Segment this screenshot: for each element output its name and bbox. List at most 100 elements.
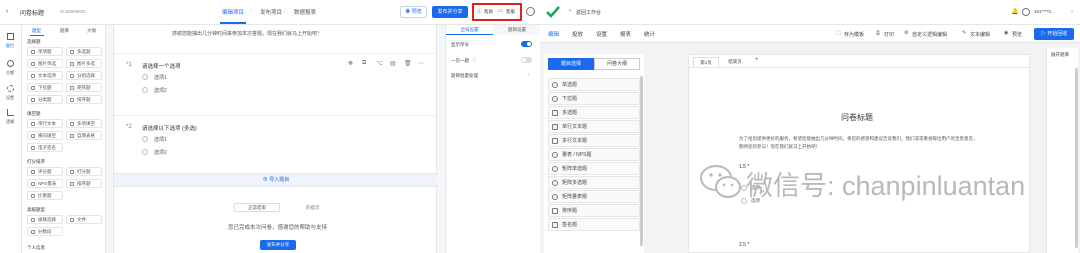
custom-logic-button[interactable]: 自定义逻辑编辑: [912, 31, 947, 38]
type-auto-table[interactable]: 自增表格: [66, 131, 102, 140]
end-select[interactable]: 正常结束: [234, 203, 280, 212]
qtype-matrix-scale[interactable]: 矩阵量表题: [548, 190, 640, 203]
qtype-nps[interactable]: 量表 / NPS题: [548, 148, 640, 161]
survey-title[interactable]: 问卷标题: [20, 8, 44, 17]
service-link[interactable]: 客服: [506, 9, 515, 15]
menu-report[interactable]: 报表: [620, 30, 631, 38]
back-link[interactable]: 返回工作台: [576, 9, 601, 16]
type-rank[interactable]: 排序题: [66, 179, 102, 188]
step-publish[interactable]: 发布项目: [260, 8, 282, 16]
option-radio[interactable]: [142, 87, 148, 93]
avatar[interactable]: [526, 7, 535, 16]
type-rating[interactable]: 评分题: [27, 167, 63, 176]
panel-tab-bank[interactable]: 题库: [60, 28, 69, 34]
bell-icon[interactable]: 🔔: [1011, 8, 1018, 15]
user-name[interactable]: 181****0...: [1034, 9, 1055, 14]
qtype-dropdown[interactable]: 下拉题: [548, 92, 640, 105]
option-label[interactable]: 选项1: [154, 74, 167, 81]
page-tab-1[interactable]: 第1页: [693, 57, 719, 67]
type-category[interactable]: 分类题: [27, 95, 63, 104]
qtype-matrix-single[interactable]: 矩阵单选题: [548, 162, 640, 175]
type-matrix[interactable]: 矩阵题: [66, 83, 102, 92]
type-single-text[interactable]: 单行文本: [27, 119, 63, 128]
scrollbar[interactable]: [640, 76, 643, 246]
qtype-single-text[interactable]: 单行文本题: [548, 120, 640, 133]
tab-outline[interactable]: 问卷大纲: [594, 58, 640, 70]
end-publish-button[interactable]: 发布并分享: [260, 240, 296, 250]
option-label[interactable]: 选项1: [154, 136, 167, 143]
add-page-button[interactable]: +: [755, 57, 759, 63]
rail-item-logic[interactable]: 逻辑: [3, 109, 19, 127]
option-checkbox[interactable]: [142, 136, 148, 142]
type-group-select[interactable]: 分组选择: [66, 71, 102, 80]
question-number[interactable]: 2.5 *: [739, 242, 749, 248]
rail-item-settings[interactable]: 设置: [3, 85, 19, 103]
menu-edit[interactable]: 编辑: [548, 30, 559, 38]
type-multi-fill[interactable]: 多项填空: [66, 119, 102, 128]
toggle-switch[interactable]: [521, 41, 532, 47]
type-horizontal-fill[interactable]: 横向填空: [27, 131, 63, 140]
panel-tab-outline[interactable]: 大纲: [87, 28, 96, 34]
survey-description[interactable]: 为了给您提供更好的服务，希望您能抽出几分钟时间，将您的感受和建议告诉我们，我们非…: [739, 135, 979, 151]
publish-button[interactable]: 发布并分享: [432, 6, 468, 18]
type-sort[interactable]: 排序题: [66, 95, 102, 104]
type-file[interactable]: 文件: [66, 215, 102, 224]
delete-icon[interactable]: 🗑: [404, 60, 412, 67]
settings-tab-global[interactable]: 全局设置: [446, 25, 493, 35]
option-label[interactable]: 选项2: [154, 87, 167, 94]
start-collect-button[interactable]: ▷ 开始回收: [1034, 28, 1074, 40]
setting-label[interactable]: 题目批量处理: [451, 73, 478, 79]
doc-icon[interactable]: ▤: [390, 60, 396, 67]
move-icon[interactable]: ✥: [348, 60, 353, 67]
settings-tab-question[interactable]: 题目设置: [493, 25, 541, 35]
import-questions-button[interactable]: ⊕ 导入题目: [114, 173, 438, 187]
step-report[interactable]: 数据报表: [294, 8, 316, 16]
option-radio[interactable]: [142, 74, 148, 80]
type-text-option[interactable]: 文本选项: [27, 71, 63, 80]
type-image-multi[interactable]: 图片多选: [66, 59, 102, 68]
menu-deliver[interactable]: 投放: [572, 30, 583, 38]
type-score[interactable]: 打分题: [66, 167, 102, 176]
type-image-single[interactable]: 图片单选: [27, 59, 63, 68]
type-score-range[interactable]: 分数段: [27, 227, 63, 236]
qtype-multi[interactable]: 多选题: [548, 106, 640, 119]
toggle-switch[interactable]: [521, 57, 532, 63]
type-weight[interactable]: 比重题: [27, 191, 63, 200]
end-text[interactable]: 您已完成本次问卷，感谢您的帮助与支持: [228, 223, 327, 231]
menu-stats[interactable]: 统计: [644, 30, 655, 38]
panel-tab-types[interactable]: 题型: [32, 28, 41, 34]
type-nps[interactable]: NPS量表: [27, 179, 63, 188]
print-button[interactable]: 打印: [884, 31, 894, 38]
survey-title[interactable]: 问卷标题: [841, 112, 873, 123]
scrollbar[interactable]: [1075, 68, 1078, 248]
help-icon[interactable]: ⓘ: [477, 8, 482, 15]
more-icon[interactable]: ⋯: [418, 60, 424, 67]
rail-item-questions[interactable]: 题目: [3, 33, 19, 51]
page-tab-end[interactable]: 结束页: [721, 57, 749, 67]
type-cascade[interactable]: 级联选择: [27, 215, 63, 224]
type-multi[interactable]: 多选题: [66, 47, 102, 56]
menu-settings[interactable]: 设置: [596, 30, 607, 38]
type-signature[interactable]: 电子签名: [27, 143, 63, 152]
qtype-sort[interactable]: 排序题: [548, 204, 640, 217]
logic-icon[interactable]: ⌥: [376, 60, 383, 67]
survey-intro[interactable]: 感谢您能抽出几分钟时间来参加本次答题，现在我们就马上开始吧！: [172, 30, 322, 37]
rail-item-theme[interactable]: 主题: [3, 60, 19, 78]
avatar[interactable]: [1022, 8, 1030, 16]
qtype-matrix-multi[interactable]: 矩阵多选题: [548, 176, 640, 189]
back-icon[interactable]: ‹: [6, 8, 8, 15]
copy-icon[interactable]: ⧉: [362, 60, 366, 67]
back-icon[interactable]: ‹: [569, 8, 571, 14]
outline-toggle[interactable]: 展开题库: [1051, 52, 1069, 58]
question-card[interactable]: *2 请选择以下选项 (多选) 选项1 选项2: [114, 115, 438, 163]
qtype-single[interactable]: 单选题: [548, 78, 640, 91]
service-icon[interactable]: ▭: [498, 8, 503, 14]
option-label[interactable]: 选项2: [154, 149, 167, 156]
preview-button[interactable]: ◉ 预览: [400, 6, 427, 18]
help-link[interactable]: 帮助: [484, 9, 493, 15]
question-card[interactable]: *1 请选择一个选项 ✥ ⧉ ⌥ ▤ 🗑 ⋯ 选项1 选项2: [114, 53, 438, 101]
chevron-down-icon[interactable]: ⌄: [1070, 8, 1074, 14]
type-dropdown[interactable]: 下拉题: [27, 83, 63, 92]
step-edit[interactable]: 编辑项目: [222, 8, 244, 16]
tab-question-select[interactable]: 题目选择: [548, 58, 594, 70]
